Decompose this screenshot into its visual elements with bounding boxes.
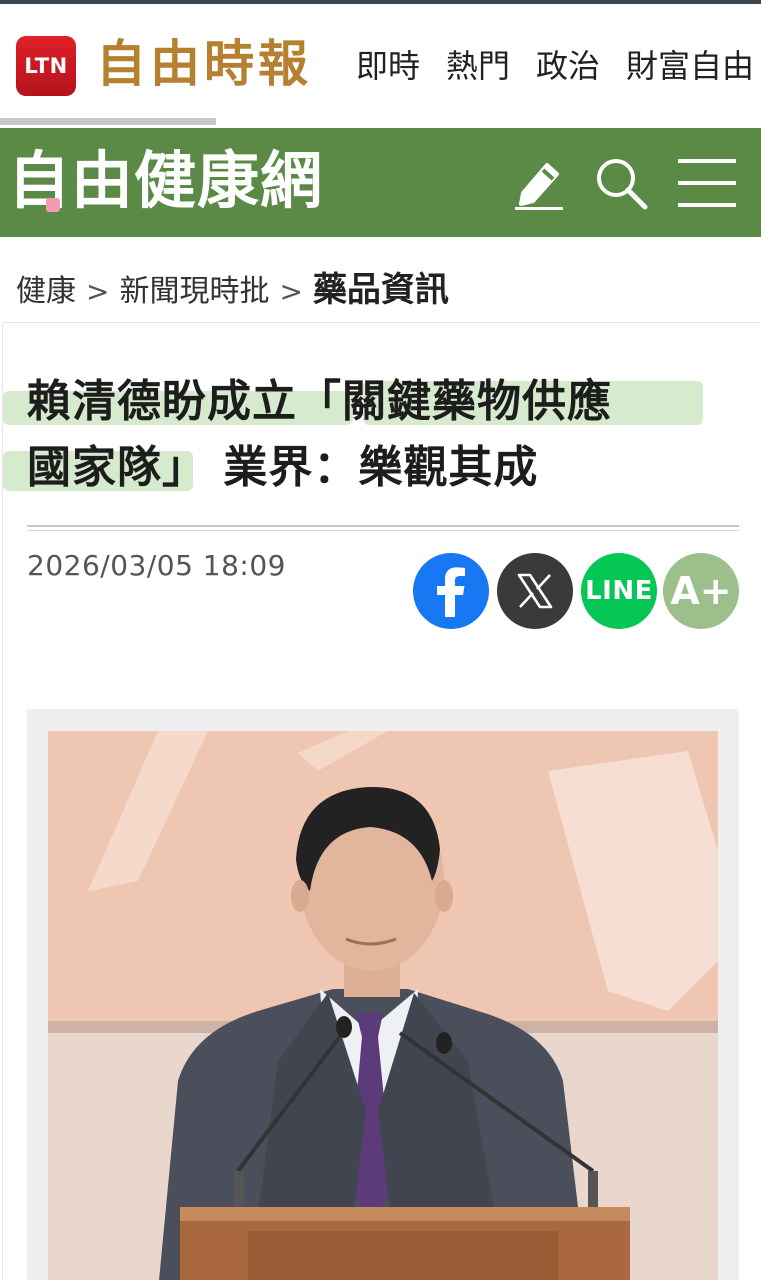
article-card: 賴清德盼成立「關鍵藥物供應 國家隊」 業界：樂觀其成 2026/03/05 18… bbox=[2, 322, 761, 1280]
breadcrumb-current[interactable]: 藥品資訊 bbox=[313, 262, 449, 311]
nav-item-wealth[interactable]: 財富自由 bbox=[626, 44, 754, 88]
health-header: 自由健康網 bbox=[0, 128, 761, 237]
headline-line-2: 國家隊」 業界：樂觀其成 bbox=[27, 442, 539, 493]
breadcrumb-news[interactable]: 新聞現時批 bbox=[119, 266, 269, 310]
health-logo[interactable]: 自由健康網 bbox=[8, 146, 323, 216]
article-headline: 賴清德盼成立「關鍵藥物供應 國家隊」 業界：樂觀其成 bbox=[27, 369, 717, 501]
photo-frame bbox=[27, 709, 739, 1280]
speaker-photo bbox=[48, 731, 718, 1280]
search-icon[interactable] bbox=[588, 150, 654, 216]
health-cross-icon bbox=[46, 198, 60, 212]
brand-name[interactable]: 自由時報 bbox=[96, 32, 312, 96]
x-share-button[interactable] bbox=[497, 553, 573, 629]
breadcrumb-health[interactable]: 健康 bbox=[16, 266, 76, 310]
nav-scroll-indicator bbox=[0, 118, 216, 125]
facebook-icon bbox=[437, 567, 465, 617]
article-datetime: 2026/03/05 18:09 bbox=[27, 549, 286, 582]
pencil-icon[interactable] bbox=[506, 150, 572, 216]
font-size-button[interactable]: A+ bbox=[663, 553, 739, 629]
breadcrumb: 健康 > 新聞現時批 > 藥品資訊 bbox=[16, 262, 449, 311]
nav-bar: 即時 熱門 政治 財富自由 bbox=[356, 44, 754, 88]
breadcrumb-separator: > bbox=[279, 275, 303, 308]
nav-item-realtime[interactable]: 即時 bbox=[356, 44, 420, 88]
nav-item-politics[interactable]: 政治 bbox=[536, 44, 600, 88]
line-share-button[interactable]: LINE bbox=[581, 553, 657, 629]
article-photo[interactable] bbox=[48, 731, 718, 1280]
headline-line-1: 賴清德盼成立「關鍵藥物供應 bbox=[27, 376, 612, 427]
x-icon bbox=[517, 573, 553, 609]
nav-item-popular[interactable]: 熱門 bbox=[446, 44, 510, 88]
divider bbox=[27, 525, 739, 527]
top-nav: LTN 自由時報 即時 熱門 政治 財富自由 bbox=[0, 4, 761, 122]
facebook-share-button[interactable] bbox=[413, 553, 489, 629]
divider bbox=[27, 530, 739, 531]
ltn-logo[interactable]: LTN bbox=[16, 36, 76, 96]
breadcrumb-separator: > bbox=[86, 275, 110, 308]
menu-icon[interactable] bbox=[674, 150, 740, 216]
